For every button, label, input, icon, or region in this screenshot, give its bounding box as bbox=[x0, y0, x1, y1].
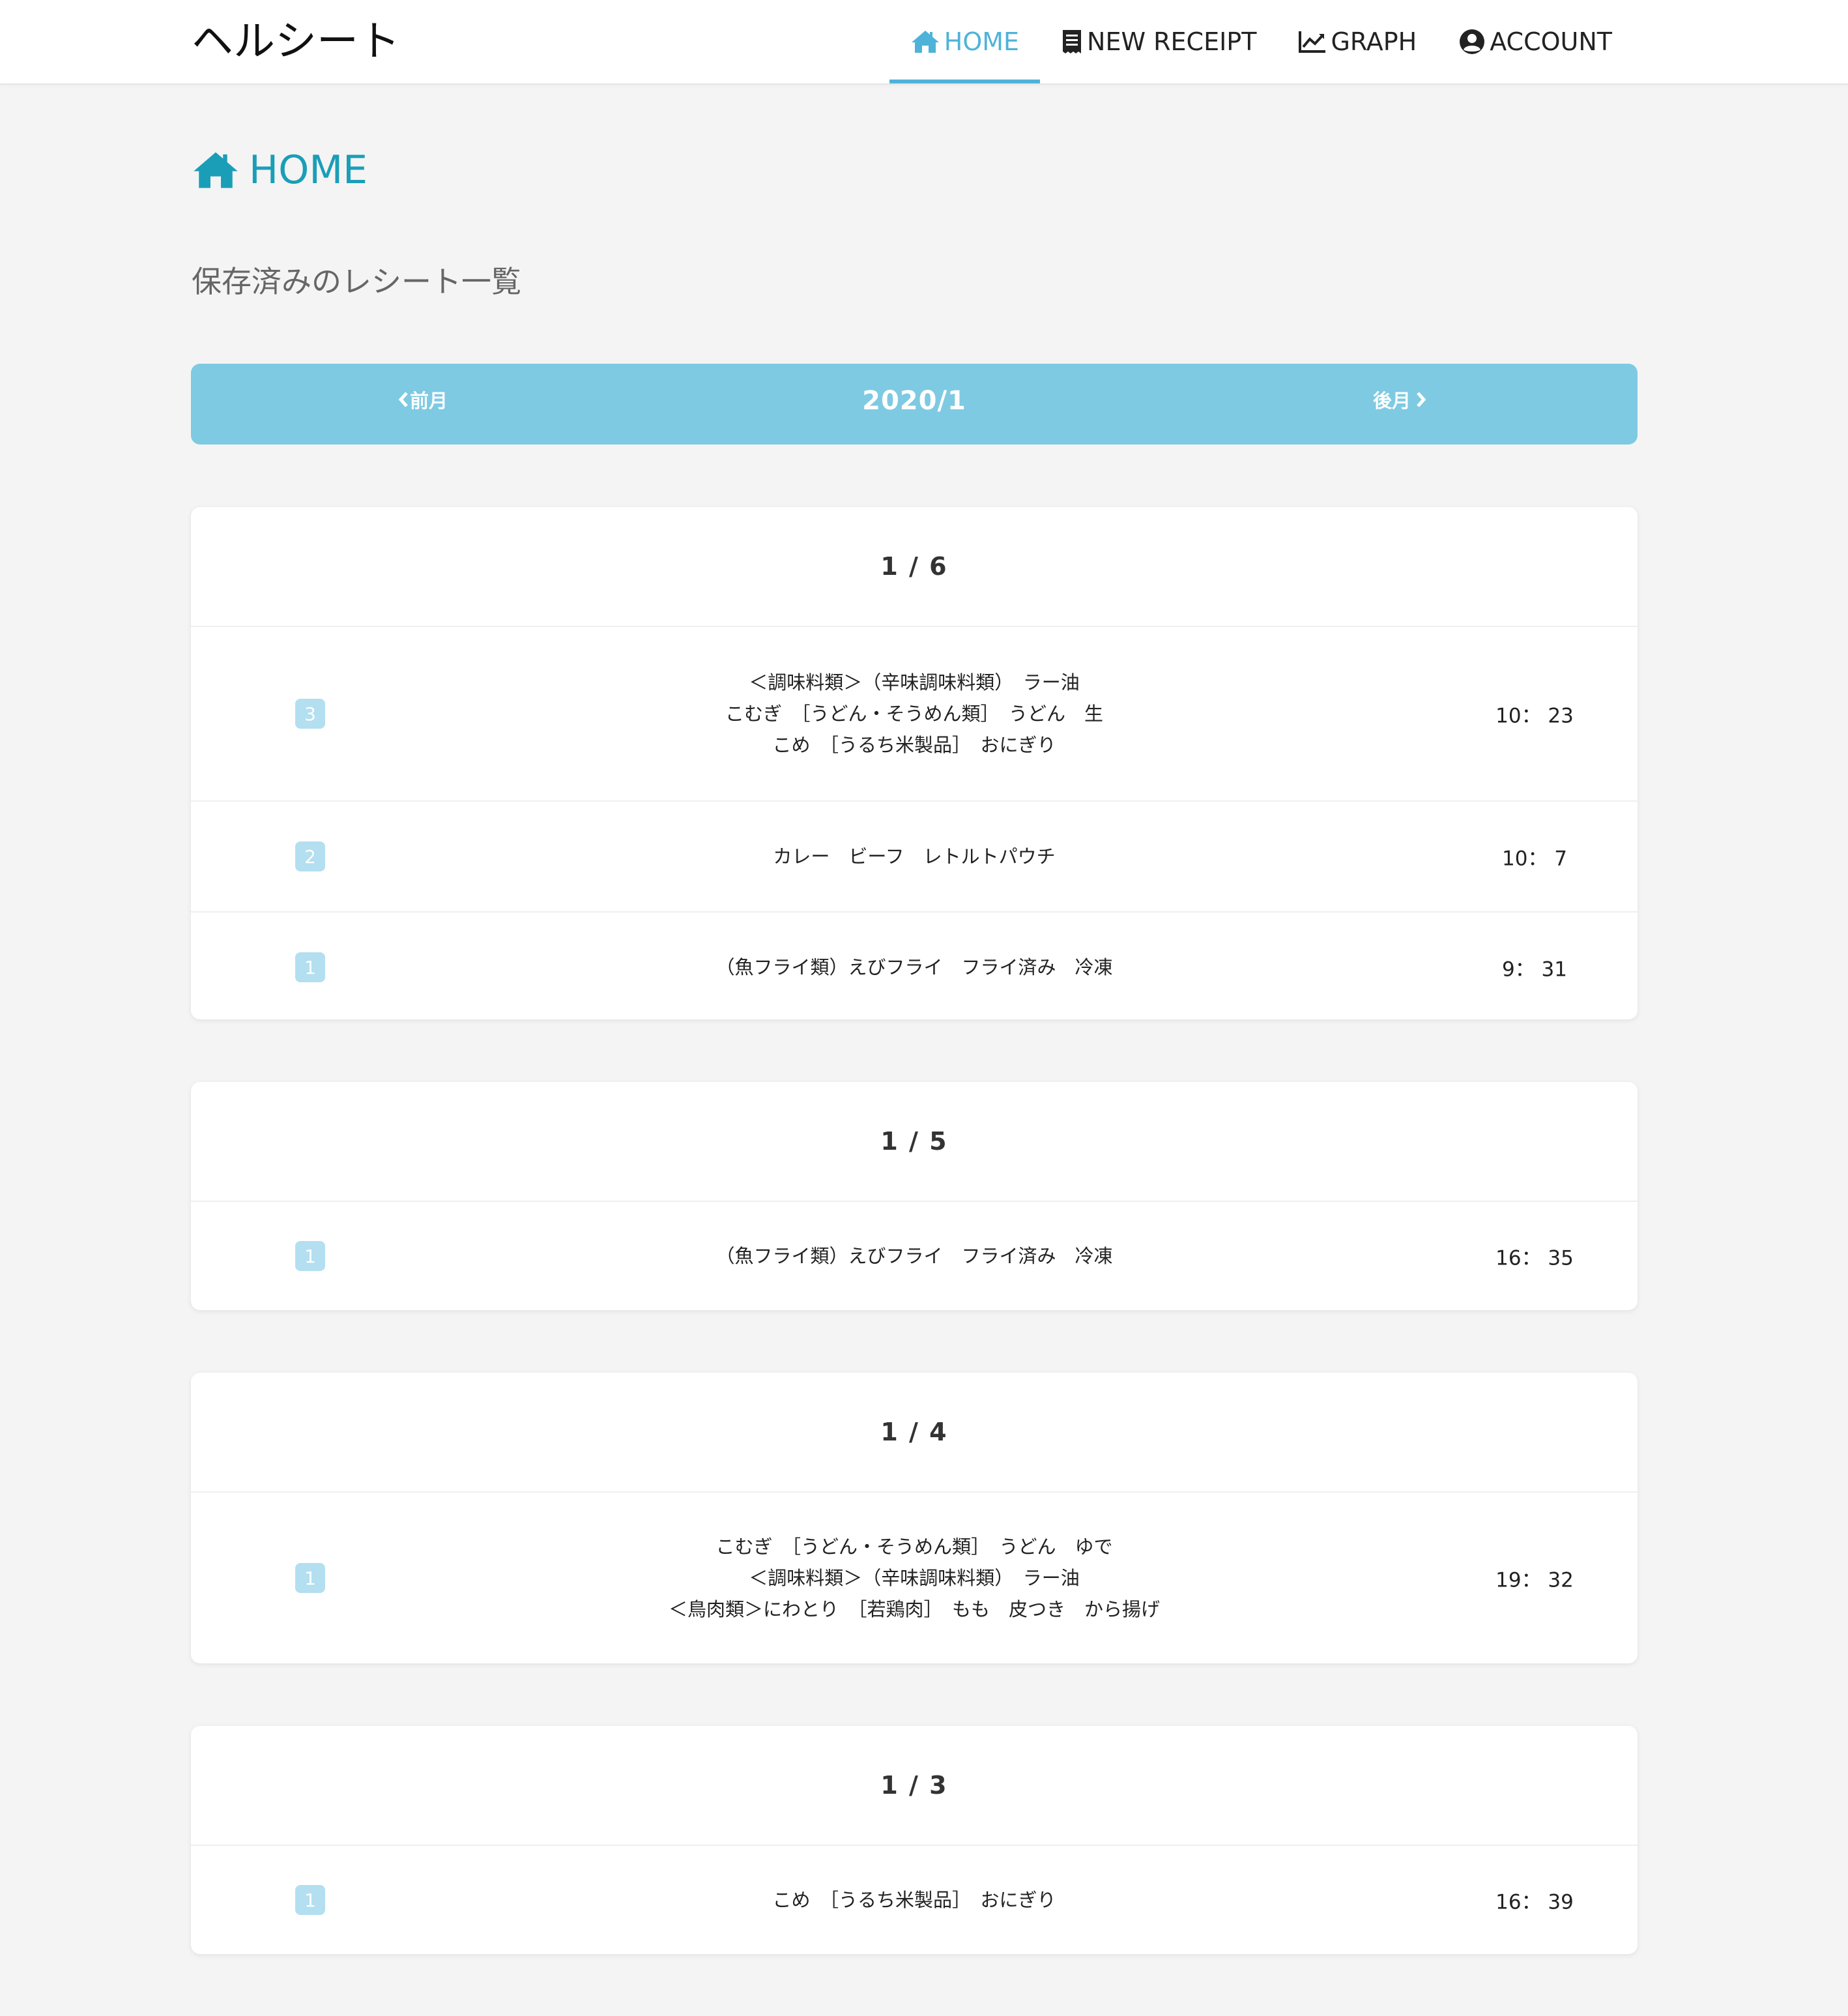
day-card: 1 / 5 1 （魚フライ類）えびフライ フライ済み 冷凍 16： 35 bbox=[191, 1082, 1638, 1310]
receipt-item: こめ ［うるち米製品］ おにぎり bbox=[772, 734, 1056, 756]
receipt-item: （魚フライ類）えびフライ フライ済み 冷凍 bbox=[715, 956, 1113, 978]
month-switcher: 前月 2020/1 後月 bbox=[191, 364, 1638, 445]
day-card: 1 / 3 1 こめ ［うるち米製品］ おにぎり 16： 39 bbox=[191, 1726, 1638, 1954]
nav-graph-label: GRAPH bbox=[1331, 27, 1417, 56]
receipt-row[interactable]: 1 こめ ［うるち米製品］ おにぎり 16： 39 bbox=[191, 1846, 1638, 1954]
chevron-right-icon bbox=[1417, 392, 1426, 407]
receipt-items: カレー ビーフ レトルトパウチ bbox=[191, 841, 1638, 872]
day-card: 1 / 6 3 ＜調味料類＞（辛味調味料類） ラー油 こむぎ ［うどん・そうめん… bbox=[191, 507, 1638, 1019]
receipt-row[interactable]: 1 （魚フライ類）えびフライ フライ済み 冷凍 16： 35 bbox=[191, 1202, 1638, 1310]
receipt-items: （魚フライ類）えびフライ フライ済み 冷凍 bbox=[191, 952, 1638, 983]
graph-icon bbox=[1299, 31, 1326, 53]
nav-new-receipt-label: NEW RECEIPT bbox=[1087, 27, 1257, 56]
receipt-time: 10： 7 bbox=[1501, 847, 1568, 871]
receipt-time: 19： 32 bbox=[1495, 1568, 1574, 1592]
receipt-item: ＜調味料類＞（辛味調味料類） ラー油 bbox=[749, 671, 1080, 694]
receipt-time: 9： 31 bbox=[1501, 957, 1568, 982]
home-icon bbox=[911, 31, 939, 53]
receipt-item: ＜調味料類＞（辛味調味料類） ラー油 bbox=[749, 1567, 1080, 1589]
next-month-button[interactable]: 後月 bbox=[1373, 364, 1428, 435]
nav-new-receipt[interactable]: NEW RECEIPT bbox=[1040, 0, 1277, 83]
page-title-text: HOME bbox=[249, 147, 368, 193]
nav-graph[interactable]: GRAPH bbox=[1277, 0, 1437, 83]
app-brand[interactable]: ヘルシート bbox=[192, 14, 400, 69]
nav-home-label: HOME bbox=[944, 27, 1020, 56]
receipt-icon bbox=[1063, 30, 1082, 53]
receipt-time: 10： 23 bbox=[1495, 704, 1574, 728]
nav-home[interactable]: HOME bbox=[889, 0, 1041, 83]
home-icon bbox=[194, 152, 238, 188]
receipt-items: こむぎ ［うどん・そうめん類］ うどん ゆで ＜調味料類＞（辛味調味料類） ラー… bbox=[191, 1531, 1638, 1625]
day-date: 1 / 4 bbox=[191, 1373, 1638, 1493]
receipt-item: カレー ビーフ レトルトパウチ bbox=[773, 845, 1056, 868]
receipt-row[interactable]: 1 （魚フライ類）えびフライ フライ済み 冷凍 9： 31 bbox=[191, 913, 1638, 1019]
day-date: 1 / 3 bbox=[191, 1726, 1638, 1846]
nav-account[interactable]: ACCOUNT bbox=[1437, 0, 1633, 83]
receipt-time: 16： 39 bbox=[1495, 1890, 1574, 1914]
account-icon bbox=[1460, 29, 1485, 54]
day-card: 1 / 4 1 こむぎ ［うどん・そうめん類］ うどん ゆで ＜調味料類＞（辛味… bbox=[191, 1373, 1638, 1663]
receipt-item: （魚フライ類）えびフライ フライ済み 冷凍 bbox=[715, 1245, 1113, 1267]
receipt-row[interactable]: 1 こむぎ ［うどん・そうめん類］ うどん ゆで ＜調味料類＞（辛味調味料類） … bbox=[191, 1493, 1638, 1663]
receipt-items: こめ ［うるち米製品］ おにぎり bbox=[191, 1884, 1638, 1916]
next-month-label: 後月 bbox=[1373, 390, 1411, 412]
day-date: 1 / 6 bbox=[191, 507, 1638, 627]
receipt-row[interactable]: 2 カレー ビーフ レトルトパウチ 10： 7 bbox=[191, 802, 1638, 913]
receipt-item: こむぎ ［うどん・そうめん類］ うどん ゆで bbox=[715, 1536, 1113, 1558]
page-title: HOME bbox=[192, 147, 368, 193]
receipt-item: こむぎ ［うどん・そうめん類］ うどん 生 bbox=[725, 703, 1103, 725]
receipt-items: （魚フライ類）えびフライ フライ済み 冷凍 bbox=[191, 1240, 1638, 1272]
top-navbar: ヘルシート HOME NEW RECEIPT GRAPH ACCOUNT bbox=[0, 0, 1848, 85]
page-subtitle: 保存済みのレシート一覧 bbox=[192, 264, 521, 299]
receipt-item: こめ ［うるち米製品］ おにぎり bbox=[772, 1889, 1056, 1911]
receipt-time: 16： 35 bbox=[1495, 1246, 1574, 1270]
receipt-items: ＜調味料類＞（辛味調味料類） ラー油 こむぎ ［うどん・そうめん類］ うどん 生… bbox=[191, 667, 1638, 761]
day-date: 1 / 5 bbox=[191, 1082, 1638, 1202]
nav-account-label: ACCOUNT bbox=[1490, 27, 1612, 56]
receipt-item: ＜鳥肉類＞にわとり ［若鶏肉］ もも 皮つき から揚げ bbox=[668, 1598, 1160, 1620]
main-nav: HOME NEW RECEIPT GRAPH ACCOUNT bbox=[889, 0, 1633, 83]
receipt-row[interactable]: 3 ＜調味料類＞（辛味調味料類） ラー油 こむぎ ［うどん・そうめん類］ うどん… bbox=[191, 627, 1638, 802]
